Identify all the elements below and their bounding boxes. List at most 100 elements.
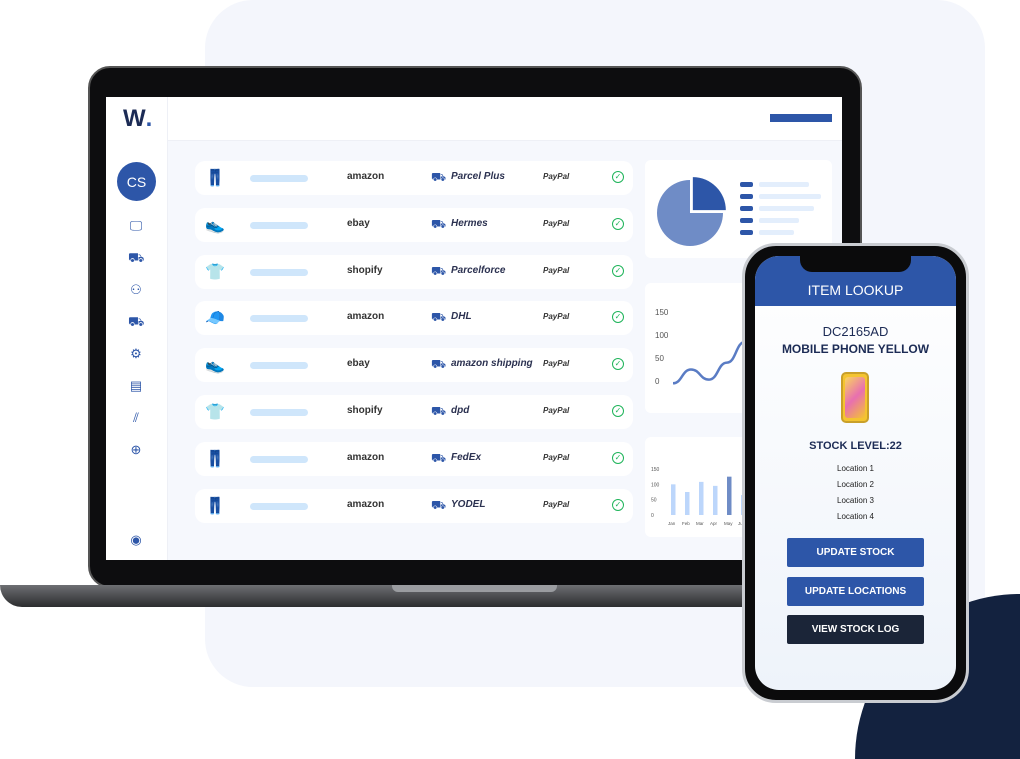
carrier-logo: FedEx bbox=[451, 451, 482, 463]
product-image bbox=[841, 372, 869, 423]
product-name: MOBILE PHONE YELLOW bbox=[781, 342, 930, 356]
marketplace-logo: amazon bbox=[347, 171, 385, 182]
x-tick-label: Feb bbox=[682, 521, 690, 526]
delivery-icon[interactable]: ⛟ bbox=[128, 315, 144, 329]
product-icon: 🧢 bbox=[205, 310, 225, 328]
truck-icon: ⛟ bbox=[431, 310, 447, 325]
carrier-logo: amazon shipping bbox=[451, 358, 533, 370]
location-3: Location 3 bbox=[837, 496, 874, 505]
bar bbox=[699, 481, 704, 515]
order-row[interactable]: 👟 ebay ⛟ amazon shipping PayPal ✓ bbox=[195, 348, 633, 383]
truck-icon: ⛟ bbox=[431, 450, 447, 465]
legend-swatch bbox=[740, 194, 753, 199]
truck-icon[interactable]: ⛟ bbox=[128, 251, 144, 265]
location-2: Location 2 bbox=[837, 480, 874, 489]
marketplace-logo: amazon bbox=[347, 451, 385, 463]
payment-logo: PayPal bbox=[543, 499, 570, 509]
order-row[interactable]: 👟 ebay ⛟ Hermes PayPal ✓ bbox=[195, 207, 633, 242]
product-icon: 👕 bbox=[205, 404, 225, 421]
pie-slice bbox=[692, 177, 726, 211]
product-icon: 👕 bbox=[205, 263, 225, 281]
marketplace-logo: amazon bbox=[347, 311, 385, 323]
y-tick-label: 100 bbox=[651, 482, 660, 488]
truck-icon: ⛟ bbox=[431, 404, 447, 418]
check-icon: ✓ bbox=[612, 498, 624, 511]
monitor-icon[interactable]: 🖵 bbox=[128, 219, 144, 233]
carrier-logo: DHL bbox=[451, 311, 472, 323]
marketplace-logo: ebay bbox=[347, 358, 370, 370]
truck-icon: ⛟ bbox=[431, 216, 447, 231]
y-tick-label: 100 bbox=[655, 331, 669, 340]
x-tick-label: Jan bbox=[668, 521, 676, 526]
carrier-logo: Parcelforce bbox=[451, 264, 506, 276]
order-label-placeholder bbox=[250, 175, 308, 182]
legend-swatch bbox=[740, 206, 753, 211]
product-icon: 👖 bbox=[205, 170, 225, 187]
bar bbox=[713, 485, 718, 515]
order-label-placeholder bbox=[250, 268, 308, 276]
payment-logo: PayPal bbox=[543, 406, 570, 415]
chart-icon[interactable]: ⫽ bbox=[128, 411, 144, 425]
payment-logo: PayPal bbox=[543, 265, 570, 275]
product-icon: 👟 bbox=[205, 357, 225, 375]
order-row[interactable]: 🧢 amazon ⛟ DHL PayPal ✓ bbox=[195, 301, 633, 336]
y-tick-label: 50 bbox=[655, 354, 664, 363]
marketplace-logo: ebay bbox=[347, 217, 370, 229]
order-label-placeholder bbox=[250, 409, 308, 416]
sidebar: W. CS 🖵 ⛟ ⚇ ⛟ ⚙ ▤ ⫽ ⊕ ◉ bbox=[106, 97, 168, 560]
order-row[interactable]: 👕 shopify ⛟ Parcelforce PayPal ✓ bbox=[195, 254, 633, 289]
payment-logo: PayPal bbox=[543, 218, 570, 228]
carrier-logo: dpd bbox=[451, 405, 470, 416]
view-stock-log-button[interactable]: VIEW STOCK LOG bbox=[787, 615, 924, 644]
update-stock-button[interactable]: UPDATE STOCK bbox=[787, 538, 924, 567]
order-label-placeholder bbox=[250, 221, 308, 229]
payment-logo: PayPal bbox=[543, 359, 570, 369]
user-circle-icon[interactable]: ◉ bbox=[128, 533, 144, 547]
x-tick-label: Mar bbox=[696, 521, 704, 526]
carrier-logo: YODEL bbox=[451, 498, 486, 510]
avatar[interactable]: CS bbox=[117, 162, 156, 201]
order-row[interactable]: 👖 amazon ⛟ YODEL PayPal ✓ bbox=[195, 488, 633, 523]
order-row[interactable]: 👕 shopify ⛟ dpd PayPal ✓ bbox=[195, 395, 633, 429]
check-icon: ✓ bbox=[612, 217, 624, 230]
users-icon[interactable]: ⚇ bbox=[128, 283, 144, 297]
laptop-screen: W. CS 🖵 ⛟ ⚇ ⛟ ⚙ ▤ ⫽ ⊕ ◉ 👖 amazon ⛟ Parcel Plus … bbox=[106, 97, 842, 560]
location-1: Location 1 bbox=[837, 464, 874, 473]
carrier-logo: Hermes bbox=[451, 217, 488, 229]
bar bbox=[671, 484, 676, 515]
order-row[interactable]: 👖 amazon ⛟ Parcel Plus PayPal ✓ bbox=[195, 161, 633, 195]
stock-level: STOCK LEVEL:22 bbox=[809, 440, 902, 452]
header-action-button[interactable] bbox=[770, 114, 832, 122]
bar bbox=[727, 476, 732, 515]
team-settings-icon[interactable]: ⚙ bbox=[128, 347, 144, 361]
order-row[interactable]: 👖 amazon ⛟ FedEx PayPal ✓ bbox=[195, 441, 633, 476]
check-icon: ✓ bbox=[612, 264, 624, 277]
y-tick-label: 150 bbox=[655, 308, 669, 317]
product-icon: 👖 bbox=[205, 497, 225, 515]
y-tick-label: 0 bbox=[651, 513, 654, 519]
check-icon: ✓ bbox=[612, 311, 624, 324]
book-icon[interactable]: ▤ bbox=[128, 379, 144, 393]
truck-icon: ⛟ bbox=[431, 263, 447, 278]
order-label-placeholder bbox=[250, 362, 308, 370]
y-tick-label: 150 bbox=[651, 467, 660, 473]
globe-icon[interactable]: ⊕ bbox=[128, 443, 144, 457]
truck-icon: ⛟ bbox=[431, 357, 447, 372]
laptop-hinge bbox=[392, 585, 557, 592]
legend-swatch bbox=[740, 182, 753, 187]
phone-notch bbox=[800, 256, 911, 272]
legend-label-placeholder bbox=[759, 218, 799, 223]
legend-swatch bbox=[740, 218, 753, 223]
legend-label-placeholder bbox=[759, 182, 809, 187]
product-icon: 👟 bbox=[205, 216, 225, 234]
truck-icon: ⛟ bbox=[431, 170, 447, 184]
update-locations-button[interactable]: UPDATE LOCATIONS bbox=[787, 577, 924, 606]
legend-label-placeholder bbox=[759, 230, 794, 235]
y-tick-label: 50 bbox=[651, 498, 657, 504]
truck-icon: ⛟ bbox=[431, 497, 447, 512]
legend-label-placeholder bbox=[759, 194, 821, 199]
carrier-logo: Parcel Plus bbox=[451, 171, 505, 182]
logo: W. bbox=[123, 105, 153, 132]
legend-swatch bbox=[740, 230, 753, 235]
bar bbox=[685, 492, 690, 515]
